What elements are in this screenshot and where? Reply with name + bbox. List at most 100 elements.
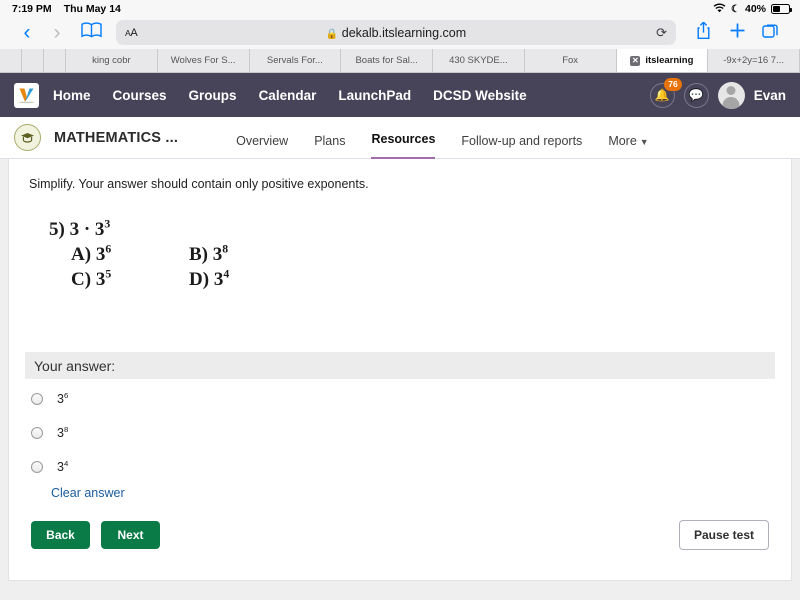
status-left: 7:19 PM Thu May 14 xyxy=(12,3,121,15)
answer-option-base: 3 xyxy=(57,392,64,406)
nav-link-courses[interactable]: Courses xyxy=(113,88,167,103)
forward-button[interactable]: › xyxy=(42,22,72,43)
browser-tab[interactable] xyxy=(44,49,66,72)
tab-label: Wolves For S... xyxy=(171,55,236,66)
expression-exponent: 3 xyxy=(104,218,110,231)
tab-label: 430 SKYDE... xyxy=(449,55,508,66)
close-icon[interactable]: ✕ xyxy=(630,56,640,66)
browser-tab[interactable] xyxy=(0,49,22,72)
pause-test-button[interactable]: Pause test xyxy=(679,520,769,550)
choice-c-exponent: 5 xyxy=(105,268,111,281)
tab-label: Servals For... xyxy=(267,55,323,66)
choice-b-exponent: 8 xyxy=(222,243,228,256)
answer-option-exponent: 4 xyxy=(64,459,68,468)
answer-option-exponent: 8 xyxy=(64,425,68,434)
browser-tab[interactable]: king cobr xyxy=(66,49,158,72)
answer-option-3[interactable]: 34 xyxy=(25,453,775,481)
choice-d-base: 3 xyxy=(214,269,224,290)
browser-tab-active[interactable]: ✕ itslearning xyxy=(617,49,709,72)
browser-tab[interactable]: 430 SKYDE... xyxy=(433,49,525,72)
nav-link-dcsd-website[interactable]: DCSD Website xyxy=(433,88,527,103)
back-button[interactable]: ‹ xyxy=(12,22,42,43)
nav-link-groups[interactable]: Groups xyxy=(189,88,237,103)
tab-strip: king cobr Wolves For S... Servals For...… xyxy=(0,49,800,73)
itslearning-logo-icon[interactable] xyxy=(14,83,39,108)
browser-tab[interactable]: Wolves For S... xyxy=(158,49,250,72)
notifications-badge: 76 xyxy=(664,78,681,91)
tab-more[interactable]: More▼ xyxy=(608,134,648,159)
answer-option-2[interactable]: 38 xyxy=(25,419,775,447)
tab-resources[interactable]: Resources xyxy=(371,132,435,159)
clear-answer-link[interactable]: Clear answer xyxy=(51,486,125,500)
tab-more-label: More xyxy=(608,134,636,148)
wifi-icon xyxy=(713,3,726,16)
battery-icon xyxy=(771,4,790,14)
bookmarks-icon[interactable] xyxy=(72,22,110,43)
url-text-wrap: 🔒 dekalb.itslearning.com xyxy=(116,26,676,40)
browser-tab[interactable]: Boats for Sal... xyxy=(341,49,433,72)
new-tab-icon[interactable] xyxy=(720,22,754,44)
choice-a-exponent: 6 xyxy=(105,243,111,256)
reload-icon[interactable]: ⟳ xyxy=(656,25,667,41)
answer-option-1[interactable]: 36 xyxy=(25,385,775,413)
answer-option-label: 38 xyxy=(57,426,68,440)
status-time: 7:19 PM xyxy=(12,3,52,15)
tab-label: king cobr xyxy=(92,55,131,66)
answer-option-exponent: 6 xyxy=(64,391,68,400)
choice-d-letter: D) xyxy=(189,269,209,290)
course-title: MATHEMATICS ... xyxy=(54,130,178,146)
choice-a-letter: A) xyxy=(71,244,91,265)
nav-right-cluster: 🔔 76 💬 Evan xyxy=(650,82,786,109)
radio-button[interactable] xyxy=(31,427,43,439)
tab-label: Boats for Sal... xyxy=(355,55,417,66)
back-button[interactable]: Back xyxy=(31,521,90,549)
status-date: Thu May 14 xyxy=(64,3,121,15)
button-row: Back Next Pause test xyxy=(31,520,775,550)
status-right: ☾ 40% xyxy=(713,3,790,16)
nav-link-calendar[interactable]: Calendar xyxy=(259,88,317,103)
itslearning-top-nav: Home Courses Groups Calendar LaunchPad D… xyxy=(0,73,800,117)
question-number: 5) xyxy=(49,219,65,240)
page-background: Simplify. Your answer should contain onl… xyxy=(0,159,800,592)
course-tabs: Overview Plans Resources Follow-up and r… xyxy=(236,117,675,159)
expression-base: 3 · 3 xyxy=(70,219,105,240)
radio-button[interactable] xyxy=(31,393,43,405)
bell-icon[interactable]: 🔔 76 xyxy=(650,83,675,108)
tab-label: itslearning xyxy=(645,55,693,66)
tab-follow-up-and-reports[interactable]: Follow-up and reports xyxy=(461,134,582,159)
lock-icon: 🔒 xyxy=(326,29,338,40)
answer-option-label: 34 xyxy=(57,460,68,474)
tab-plans[interactable]: Plans xyxy=(314,134,345,159)
browser-tab[interactable]: Fox xyxy=(525,49,617,72)
tab-overview[interactable]: Overview xyxy=(236,134,288,159)
radio-button[interactable] xyxy=(31,461,43,473)
address-bar[interactable]: AA 🔒 dekalb.itslearning.com ⟳ xyxy=(116,20,676,45)
nav-link-home[interactable]: Home xyxy=(53,88,91,103)
answer-option-base: 3 xyxy=(57,460,64,474)
share-icon[interactable] xyxy=(686,21,720,45)
choice-b-letter: B) xyxy=(189,244,208,265)
url-text: dekalb.itslearning.com xyxy=(342,26,466,40)
question-choices: A) 36 B) 3 8 C) 35 xyxy=(71,242,775,292)
chat-bubble-icon[interactable]: 💬 xyxy=(684,83,709,108)
browser-tab[interactable]: Servals For... xyxy=(250,49,342,72)
browser-toolbar: ‹ › AA 🔒 dekalb.itslearning.com ⟳ xyxy=(0,16,800,49)
graduation-cap-icon xyxy=(14,124,41,151)
course-header: MATHEMATICS ... Overview Plans Resources… xyxy=(0,117,800,159)
choice-a: A) 36 xyxy=(71,242,189,267)
your-answer-header: Your answer: xyxy=(25,352,775,379)
next-button[interactable]: Next xyxy=(101,521,160,549)
choice-c: C) 35 xyxy=(71,267,189,292)
nav-link-launchpad[interactable]: LaunchPad xyxy=(338,88,411,103)
avatar[interactable] xyxy=(718,82,745,109)
browser-tab[interactable] xyxy=(22,49,44,72)
moon-icon: ☾ xyxy=(731,4,740,15)
choice-d: D) 34 xyxy=(189,267,229,292)
answer-option-base: 3 xyxy=(57,426,64,440)
tabs-icon[interactable] xyxy=(754,22,788,44)
browser-tab[interactable]: -9x+2y=16 7... xyxy=(708,49,800,72)
tab-label: -9x+2y=16 7... xyxy=(723,55,784,66)
choice-row: C) 35 D) 34 xyxy=(71,267,775,292)
test-card: Simplify. Your answer should contain onl… xyxy=(8,159,792,581)
battery-percent: 40% xyxy=(745,3,766,15)
